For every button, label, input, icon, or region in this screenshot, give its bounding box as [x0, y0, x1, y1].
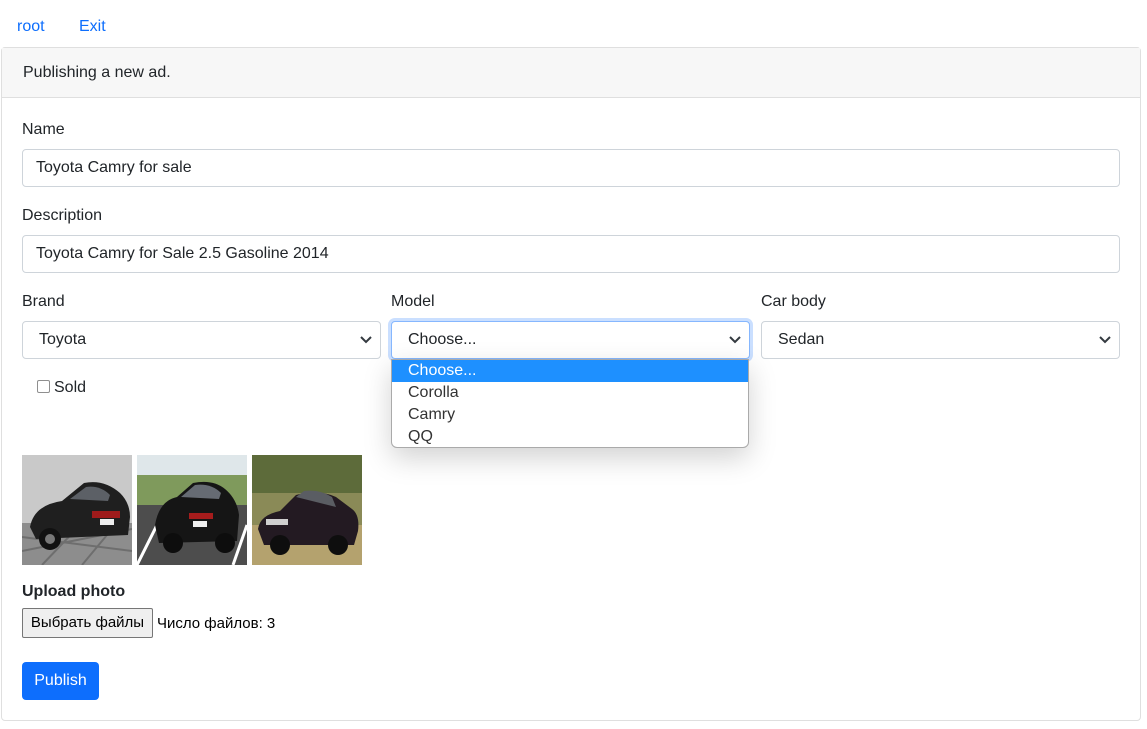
- name-input[interactable]: Toyota Camry for sale: [22, 149, 1120, 187]
- model-select[interactable]: Choose...: [391, 321, 750, 359]
- car-photo: [22, 455, 132, 565]
- description-label: Description: [22, 207, 103, 224]
- model-dropdown-list: Choose... Corolla Camry QQ: [391, 359, 749, 448]
- upload-photo-label: Upload photo: [22, 583, 126, 600]
- brand-label: Brand: [22, 293, 65, 310]
- name-label: Name: [22, 121, 65, 138]
- car-body-label: Car body: [761, 293, 826, 310]
- model-option[interactable]: QQ: [392, 426, 748, 447]
- model-label: Model: [391, 293, 435, 310]
- model-select-value: Choose...: [408, 331, 477, 348]
- publish-button[interactable]: Publish: [22, 662, 99, 700]
- sold-label: Sold: [54, 379, 87, 396]
- model-option[interactable]: Camry: [392, 404, 748, 426]
- car-body-select-value: Sedan: [778, 331, 825, 348]
- card-header: Publishing a new ad.: [2, 48, 1140, 98]
- car-photo: [252, 455, 362, 565]
- car-body-select[interactable]: Sedan: [761, 321, 1120, 359]
- user-link[interactable]: root: [17, 17, 45, 37]
- files-count-text: Число файлов: 3: [157, 615, 276, 632]
- brand-select-value: Toyota: [39, 331, 87, 348]
- choose-files-button[interactable]: Выбрать файлы: [22, 608, 153, 638]
- chevron-down-icon: [1099, 336, 1111, 344]
- model-option[interactable]: Corolla: [392, 382, 748, 404]
- model-option[interactable]: Choose...: [392, 360, 748, 382]
- sold-checkbox[interactable]: [37, 380, 50, 393]
- chevron-down-icon: [729, 336, 741, 344]
- brand-select[interactable]: Toyota: [22, 321, 381, 359]
- car-photo: [137, 455, 247, 565]
- exit-link[interactable]: Exit: [79, 17, 106, 37]
- description-input[interactable]: Toyota Camry for Sale 2.5 Gasoline 2014: [22, 235, 1120, 273]
- chevron-down-icon: [360, 336, 372, 344]
